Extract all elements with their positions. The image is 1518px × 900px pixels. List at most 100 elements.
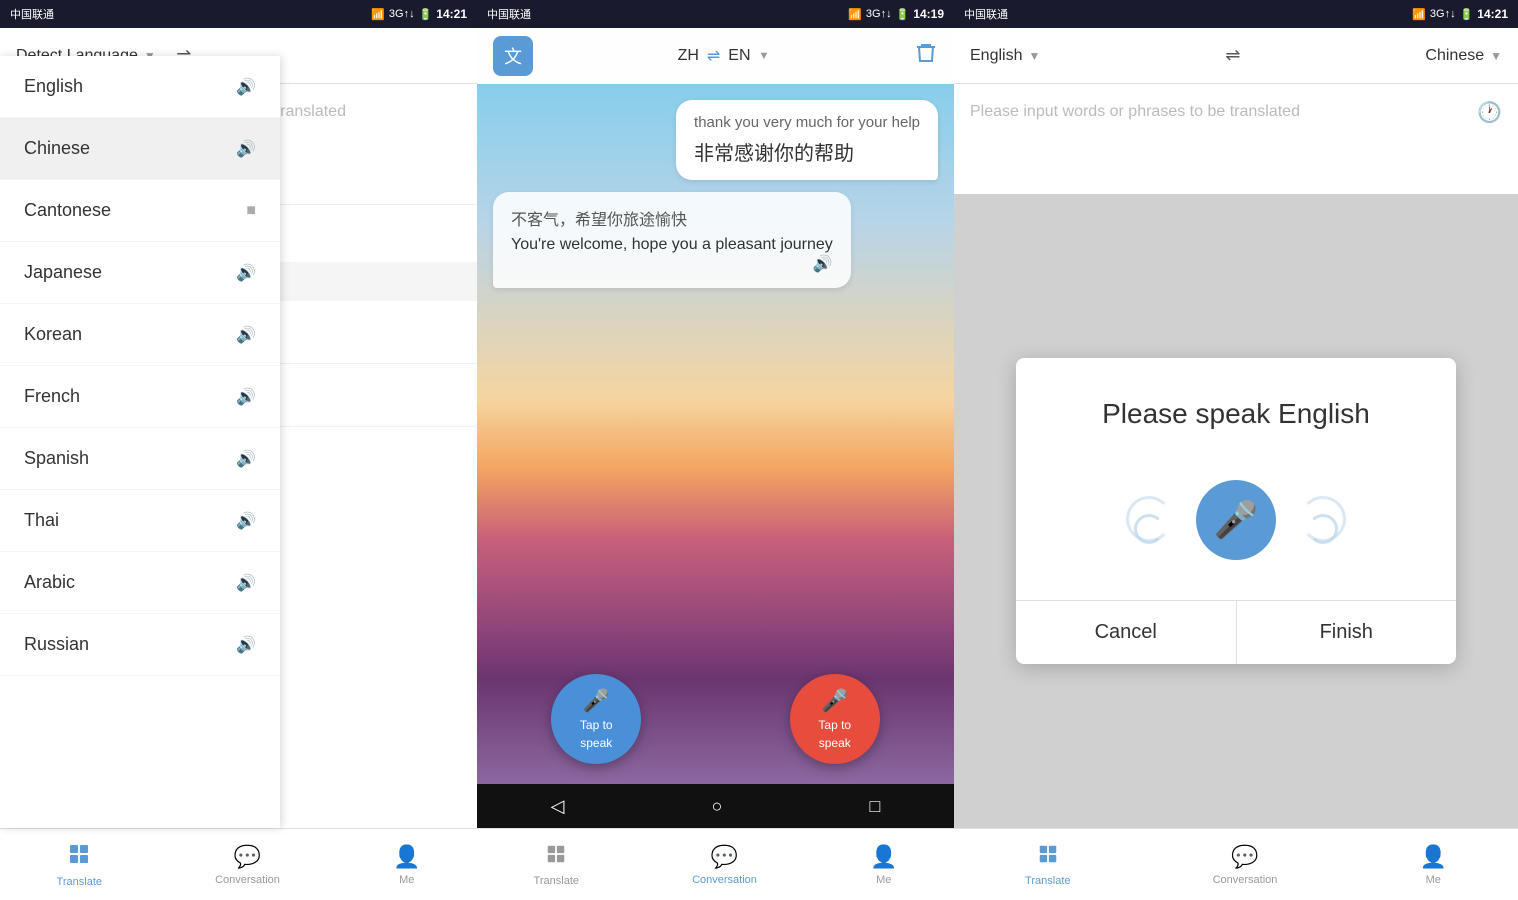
carrier-1: 中国联通	[10, 6, 54, 22]
panel-translate: 中国联通 📶 3G↑↓ 🔋 14:21 Detect Language ▼ ⇌ …	[0, 0, 477, 900]
nav-conversation-3[interactable]: 💬 Conversation	[1213, 844, 1278, 886]
speaker-icon: 🔊	[236, 449, 256, 469]
microphone-circle: 🎤	[1196, 480, 1276, 560]
translate-mode-button[interactable]: 文	[493, 36, 533, 76]
speaker-icon: 🔊	[236, 139, 256, 159]
lang-label: Arabic	[24, 572, 75, 593]
chat-messages: thank you very much for your help 非常感谢你的…	[477, 84, 954, 304]
signal-icon-3: 3G↑↓	[1430, 8, 1456, 20]
nav-translate-3[interactable]: Translate	[1025, 843, 1070, 887]
nav-conversation-2[interactable]: 💬 Conversation	[692, 844, 757, 886]
nav-me-label-3: Me	[1426, 874, 1441, 886]
wifi-icon-3: 📶	[1412, 8, 1426, 21]
lang-option-russian[interactable]: Russian 🔊	[0, 614, 280, 676]
lang-option-chinese[interactable]: Chinese 🔊	[0, 118, 280, 180]
bottom-nav-1: Translate 💬 Conversation 👤 Me	[0, 828, 477, 900]
android-recent-button[interactable]: □	[850, 788, 901, 825]
top-bar-3: English ▼ ⇌ Chinese ▼	[954, 28, 1518, 84]
speaker-icon: ■	[246, 202, 256, 220]
text-input-area-3[interactable]: Please input words or phrases to be tran…	[954, 84, 1518, 194]
dropdown-arrow-icon: ▼	[759, 50, 770, 62]
wifi-icon-2: 📶	[848, 8, 862, 21]
lang-label: English	[24, 76, 83, 97]
lang-to-text: Chinese	[1425, 47, 1484, 65]
signal-icon: 3G↑↓	[389, 8, 415, 20]
nav-me-label-2: Me	[876, 874, 891, 886]
mic-animation-area: 🎤	[1016, 460, 1456, 600]
bubble-zh-text: 非常感谢你的帮助	[694, 137, 920, 166]
lang-from-selector[interactable]: English ▼	[970, 47, 1040, 65]
lang-option-spanish[interactable]: Spanish 🔊	[0, 428, 280, 490]
lang-to-selector[interactable]: Chinese ▼	[1425, 47, 1502, 65]
android-home-button[interactable]: ○	[692, 788, 743, 825]
lang-option-thai[interactable]: Thai 🔊	[0, 490, 280, 552]
bubble-en-text: You're welcome, hope you a pleasant jour…	[511, 236, 833, 254]
lang-option-english[interactable]: English 🔊	[0, 56, 280, 118]
message-bubble-left: 不客气，希望你旅途愉快 You're welcome, hope you a p…	[493, 192, 851, 288]
conversation-top-bar: 文 ZH ⇌ EN ▼	[477, 28, 954, 84]
tap-to-speak-left-label2: speak	[580, 736, 612, 750]
lang-label: Thai	[24, 510, 59, 531]
speaker-icon: 🔊	[236, 325, 256, 345]
clear-conversation-button[interactable]	[914, 41, 938, 71]
voice-recognition-dialog: Please speak English 🎤	[1016, 358, 1456, 664]
carrier-3: 中国联通	[964, 6, 1008, 22]
swap-arrows-icon: ⇌	[707, 46, 720, 66]
mic-icon-left: 🎤	[583, 688, 610, 714]
lang-from-text: English	[970, 47, 1022, 65]
nav-translate[interactable]: Translate	[57, 842, 102, 888]
wave-arc-right-med	[1308, 514, 1338, 544]
status-icons-1: 📶 3G↑↓ 🔋 14:21	[371, 7, 467, 21]
speaker-icon: 🔊	[813, 254, 833, 274]
language-pair: ZH ⇌ EN ▼	[678, 46, 770, 66]
tap-to-speak-right[interactable]: 🎤 Tap to speak	[790, 674, 880, 764]
speaker-icon: 🔊	[236, 511, 256, 531]
signal-icon-2: 3G↑↓	[866, 8, 892, 20]
speaker-icon: 🔊	[236, 573, 256, 593]
finish-button[interactable]: Finish	[1236, 601, 1457, 664]
swap-language-button-3[interactable]: ⇌	[1052, 45, 1413, 66]
conversation-icon: 💬	[234, 844, 261, 870]
nav-me-3[interactable]: 👤 Me	[1420, 844, 1447, 886]
speaker-icon: 🔊	[236, 263, 256, 283]
tap-to-speak-right-label: Tap to	[818, 718, 851, 732]
translate-icon-2	[545, 843, 567, 871]
conversation-icon-2: 💬	[711, 844, 738, 870]
lang-option-cantonese[interactable]: Cantonese ■	[0, 180, 280, 242]
speaker-icon: 🔊	[236, 77, 256, 97]
status-bar-2: 中国联通 📶 3G↑↓ 🔋 14:19	[477, 0, 954, 28]
cancel-button[interactable]: Cancel	[1016, 601, 1236, 664]
status-bar-1: 中国联通 📶 3G↑↓ 🔋 14:21	[0, 0, 477, 28]
lang-label: Spanish	[24, 448, 89, 469]
bubble-en-text: thank you very much for your help	[694, 114, 920, 131]
tap-to-speak-left-label: Tap to	[580, 718, 613, 732]
speaker-icon: 🔊	[236, 635, 256, 655]
lang-from-label: ZH	[678, 47, 699, 65]
nav-me[interactable]: 👤 Me	[393, 844, 420, 886]
lang-option-japanese[interactable]: Japanese 🔊	[0, 242, 280, 304]
dropdown-arrow-icon-3: ▼	[1028, 49, 1040, 63]
tap-to-speak-left[interactable]: 🎤 Tap to speak	[551, 674, 641, 764]
nav-conversation-label-3: Conversation	[1213, 874, 1278, 886]
wifi-icon: 📶	[371, 8, 385, 21]
mic-icon-right: 🎤	[821, 688, 848, 714]
lang-option-korean[interactable]: Korean 🔊	[0, 304, 280, 366]
panel-conversation: 中国联通 📶 3G↑↓ 🔋 14:19 文 ZH ⇌ EN ▼	[477, 0, 954, 900]
lang-to-label: EN	[728, 47, 750, 65]
nav-translate-2[interactable]: Translate	[534, 843, 579, 887]
lang-label: French	[24, 386, 80, 407]
nav-me-2[interactable]: 👤 Me	[870, 844, 897, 886]
speaker-icon: 🔊	[236, 387, 256, 407]
time-3: 14:21	[1477, 7, 1508, 21]
me-icon: 👤	[393, 844, 420, 870]
lang-option-arabic[interactable]: Arabic 🔊	[0, 552, 280, 614]
nav-conversation[interactable]: 💬 Conversation	[215, 844, 280, 886]
speak-buttons-area: 🎤 Tap to speak 🎤 Tap to speak	[477, 674, 954, 764]
lang-option-french[interactable]: French 🔊	[0, 366, 280, 428]
android-back-button[interactable]: ◁	[531, 788, 585, 825]
message-bubble-right: thank you very much for your help 非常感谢你的…	[676, 100, 938, 180]
history-icon[interactable]: 🕐	[1477, 100, 1502, 125]
wave-arc-left-med	[1134, 514, 1164, 544]
voice-dialog-backdrop: Please speak English 🎤	[954, 194, 1518, 828]
dropdown-arrow-icon-4: ▼	[1490, 49, 1502, 63]
